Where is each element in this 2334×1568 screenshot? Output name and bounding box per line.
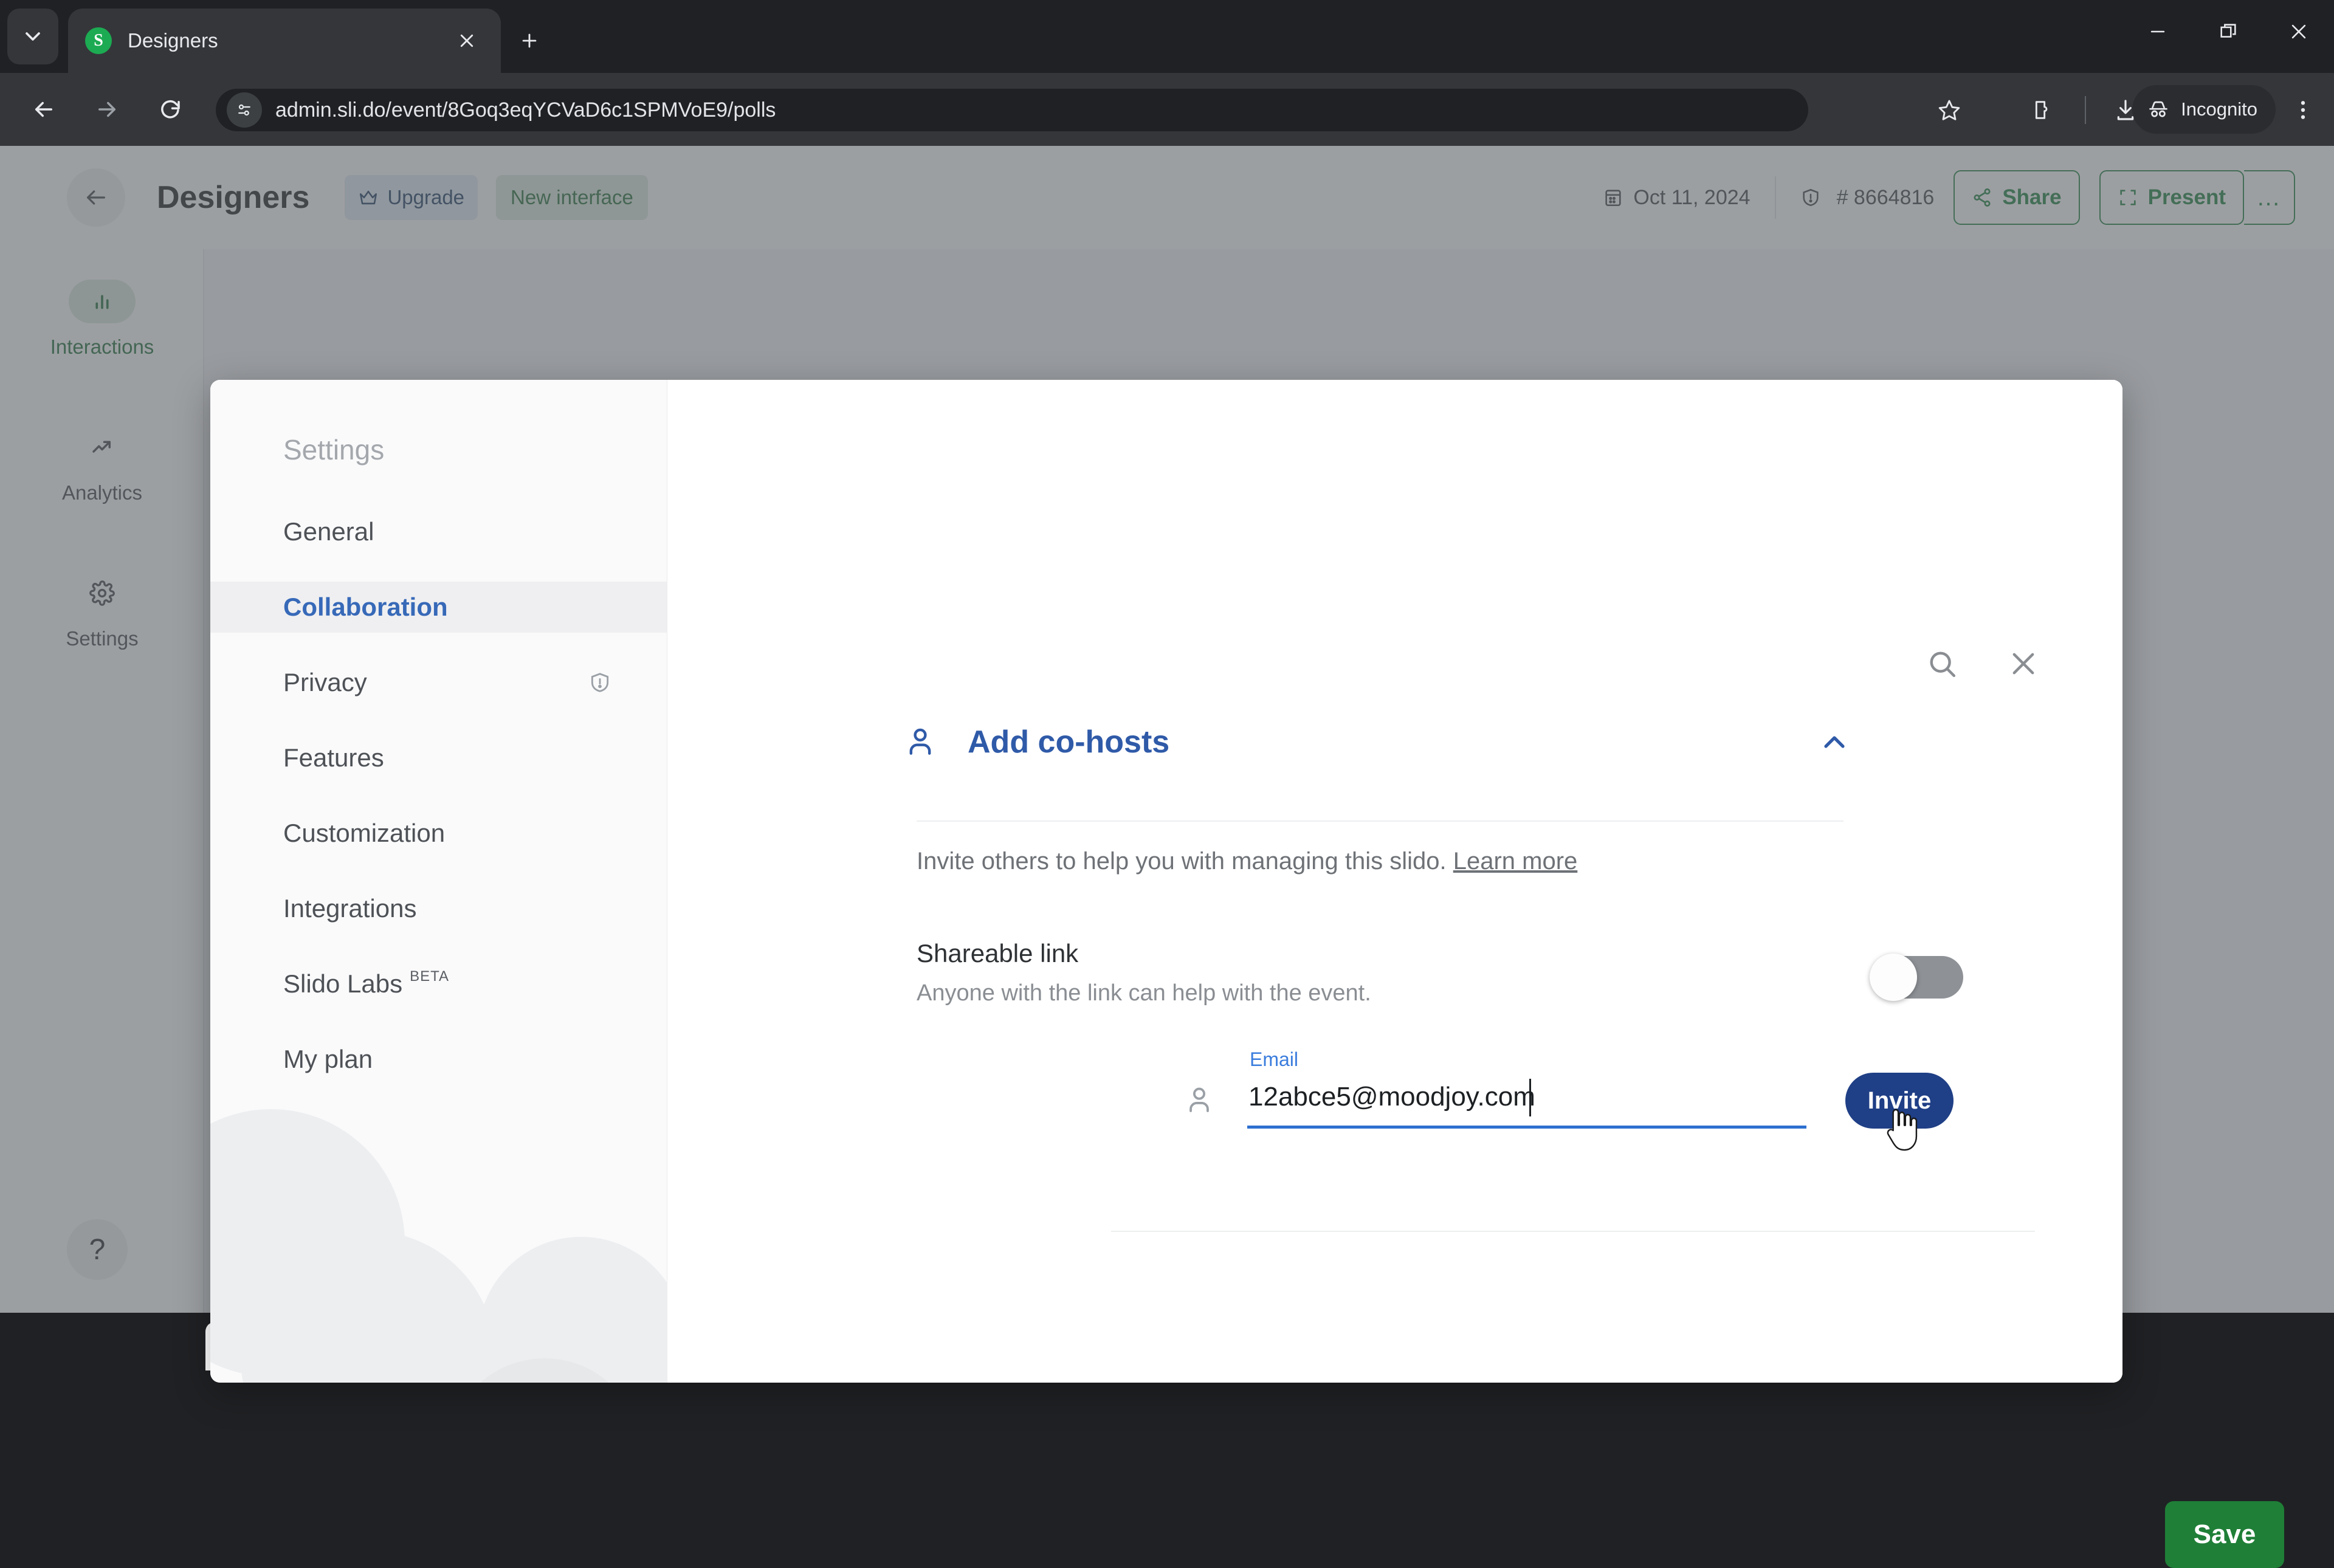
- back-icon[interactable]: [17, 83, 71, 136]
- browser-menu-icon[interactable]: [2283, 90, 2323, 130]
- tab-search-icon[interactable]: [7, 9, 58, 64]
- window-restore-icon[interactable]: [2193, 0, 2263, 63]
- star-icon[interactable]: [1929, 90, 1969, 130]
- section-divider: [917, 820, 1843, 822]
- invite-button[interactable]: Invite: [1845, 1073, 1954, 1129]
- incognito-label: Incognito: [2181, 98, 2257, 120]
- window-close-icon[interactable]: [2263, 0, 2334, 63]
- email-field-label: Email: [1250, 1048, 1298, 1071]
- save-button[interactable]: Save: [2165, 1501, 2284, 1568]
- person-add-icon: [903, 725, 937, 759]
- close-icon[interactable]: [2002, 642, 2045, 685]
- forward-icon[interactable]: [80, 83, 134, 136]
- reload-icon[interactable]: [143, 83, 197, 136]
- content-divider: [1111, 1231, 2035, 1232]
- browser-window: S Designers: [0, 0, 2334, 1313]
- window-minimize-icon[interactable]: [2122, 0, 2193, 63]
- favicon-slido: S: [85, 27, 112, 54]
- incognito-indicator[interactable]: Incognito: [2132, 85, 2276, 134]
- add-cohosts-section-header[interactable]: Add co-hosts: [903, 713, 1851, 771]
- shareable-link-subtitle: Anyone with the link can help with the e…: [917, 980, 1371, 1006]
- address-bar[interactable]: admin.sli.do/event/8Goq3eqYCVaD6c1SPMVoE…: [216, 89, 1808, 131]
- invite-description-text: Invite others to help you with managing …: [917, 848, 1447, 875]
- shareable-link-title: Shareable link: [917, 939, 1078, 968]
- toolbar-divider: [2085, 96, 2086, 124]
- shareable-link-toggle[interactable]: [1873, 956, 1963, 999]
- browser-toolbar: admin.sli.do/event/8Goq3eqYCVaD6c1SPMVoE…: [0, 73, 2334, 146]
- toggle-knob: [1870, 954, 1917, 1001]
- tab-title: Designers: [128, 29, 450, 52]
- url-text: admin.sli.do/event/8Goq3eqYCVaD6c1SPMVoE…: [275, 98, 776, 122]
- invite-description: Invite others to help you with managing …: [917, 848, 1577, 875]
- browser-tab[interactable]: S Designers: [68, 9, 501, 73]
- new-tab-icon[interactable]: [508, 19, 551, 62]
- person-icon: [1183, 1084, 1216, 1116]
- extensions-icon[interactable]: [2020, 90, 2060, 130]
- search-icon[interactable]: [1921, 642, 1963, 685]
- web-page: Designers Upgrade New interface Oct 11, …: [0, 146, 2334, 1313]
- site-settings-icon[interactable]: [227, 92, 262, 128]
- tab-close-icon[interactable]: [450, 24, 484, 58]
- email-input[interactable]: [1247, 1073, 1806, 1129]
- learn-more-link[interactable]: Learn more: [1453, 848, 1578, 875]
- section-title: Add co-hosts: [968, 724, 1169, 760]
- tab-strip: S Designers: [0, 0, 2334, 73]
- text-caret: [1529, 1079, 1531, 1116]
- chevron-up-icon[interactable]: [1817, 725, 1851, 759]
